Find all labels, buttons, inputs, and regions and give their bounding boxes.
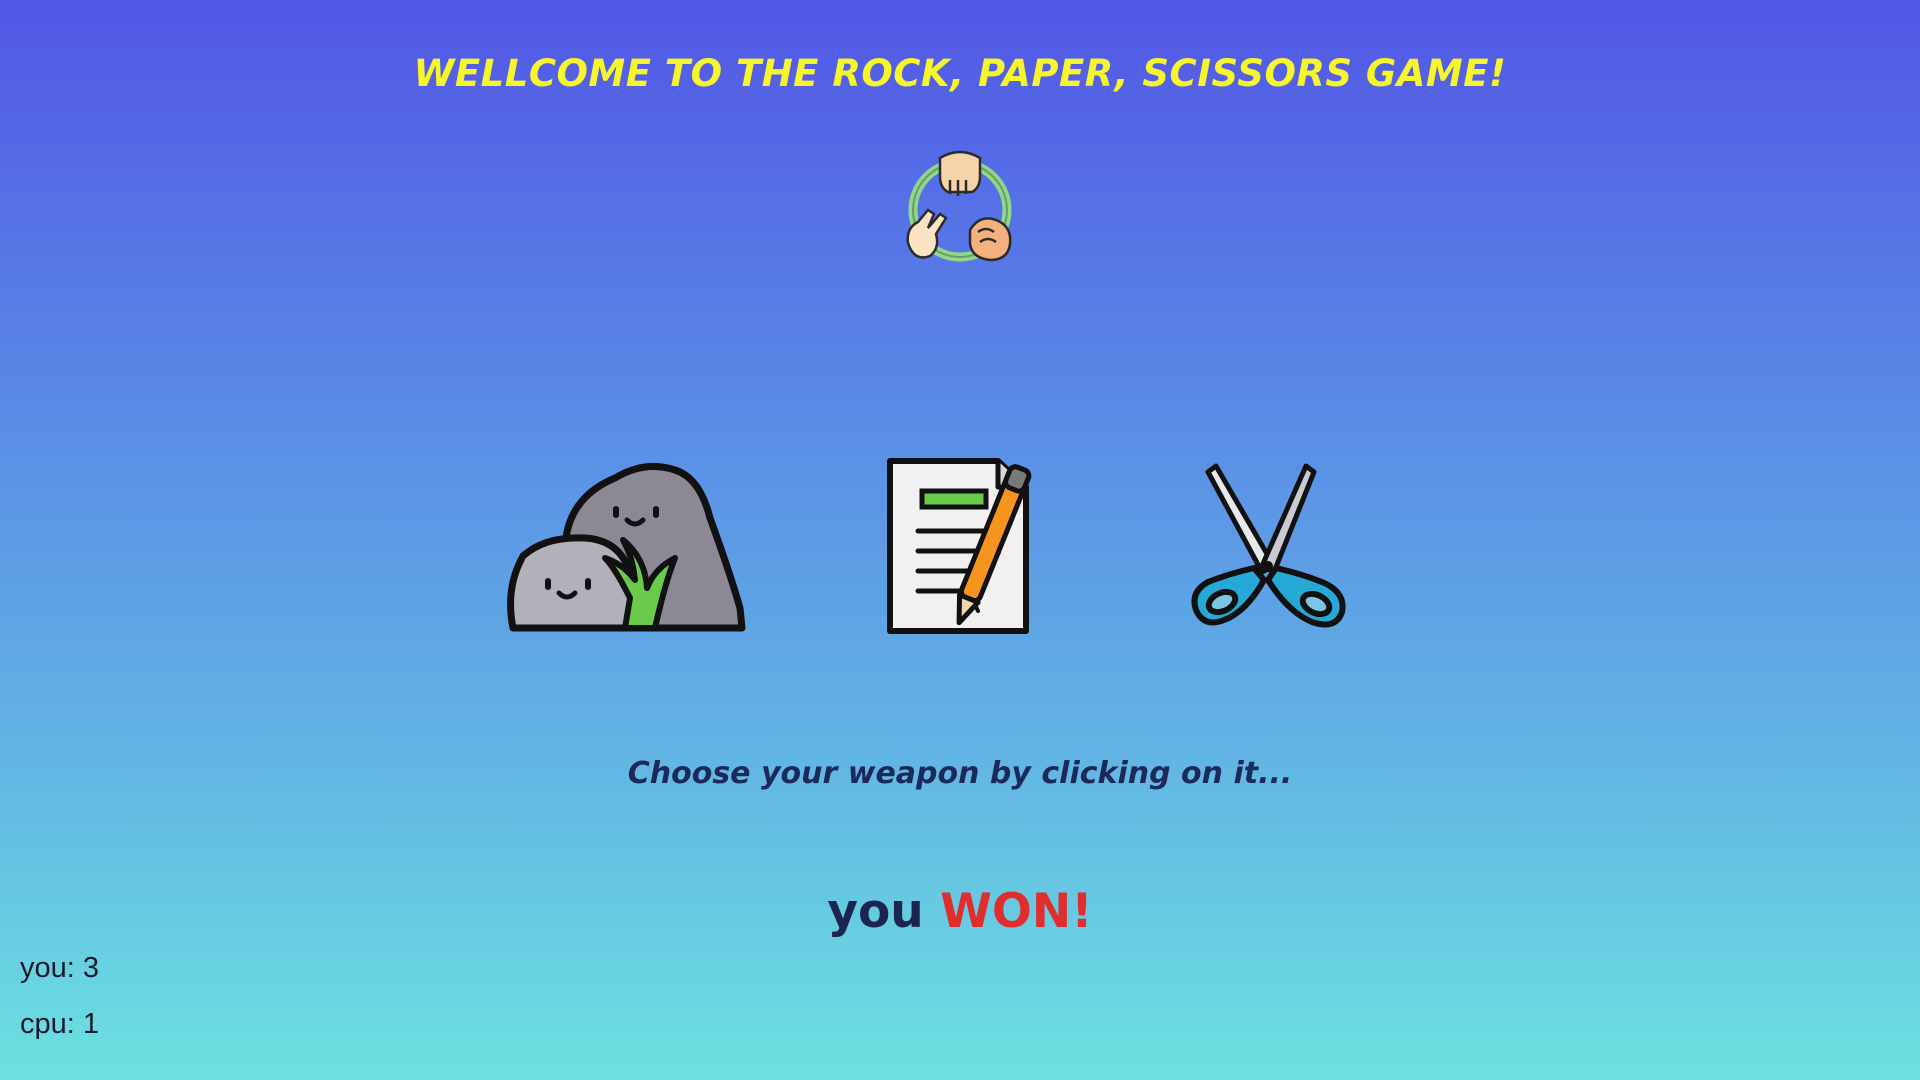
result-prefix: you bbox=[827, 884, 924, 939]
result-outcome: WON! bbox=[940, 884, 1093, 939]
rock-weapon-button[interactable] bbox=[505, 458, 750, 633]
rock-icon bbox=[507, 462, 746, 632]
page-title: WELLCOME TO THE ROCK, PAPER, SCISSORS GA… bbox=[413, 52, 1507, 95]
player-score: you: 3 bbox=[20, 952, 99, 984]
paper-icon bbox=[887, 458, 1032, 634]
scissors-weapon-button[interactable] bbox=[1188, 462, 1353, 634]
instruction-text: Choose your weapon by clicking on it... bbox=[627, 756, 1293, 791]
cpu-score: cpu: 1 bbox=[20, 1008, 99, 1040]
paper-weapon-button[interactable] bbox=[886, 457, 1056, 635]
rock-paper-scissors-hands-icon bbox=[900, 148, 1020, 270]
scissors-icon bbox=[1191, 463, 1346, 628]
result-message: you WON! bbox=[0, 884, 1920, 939]
